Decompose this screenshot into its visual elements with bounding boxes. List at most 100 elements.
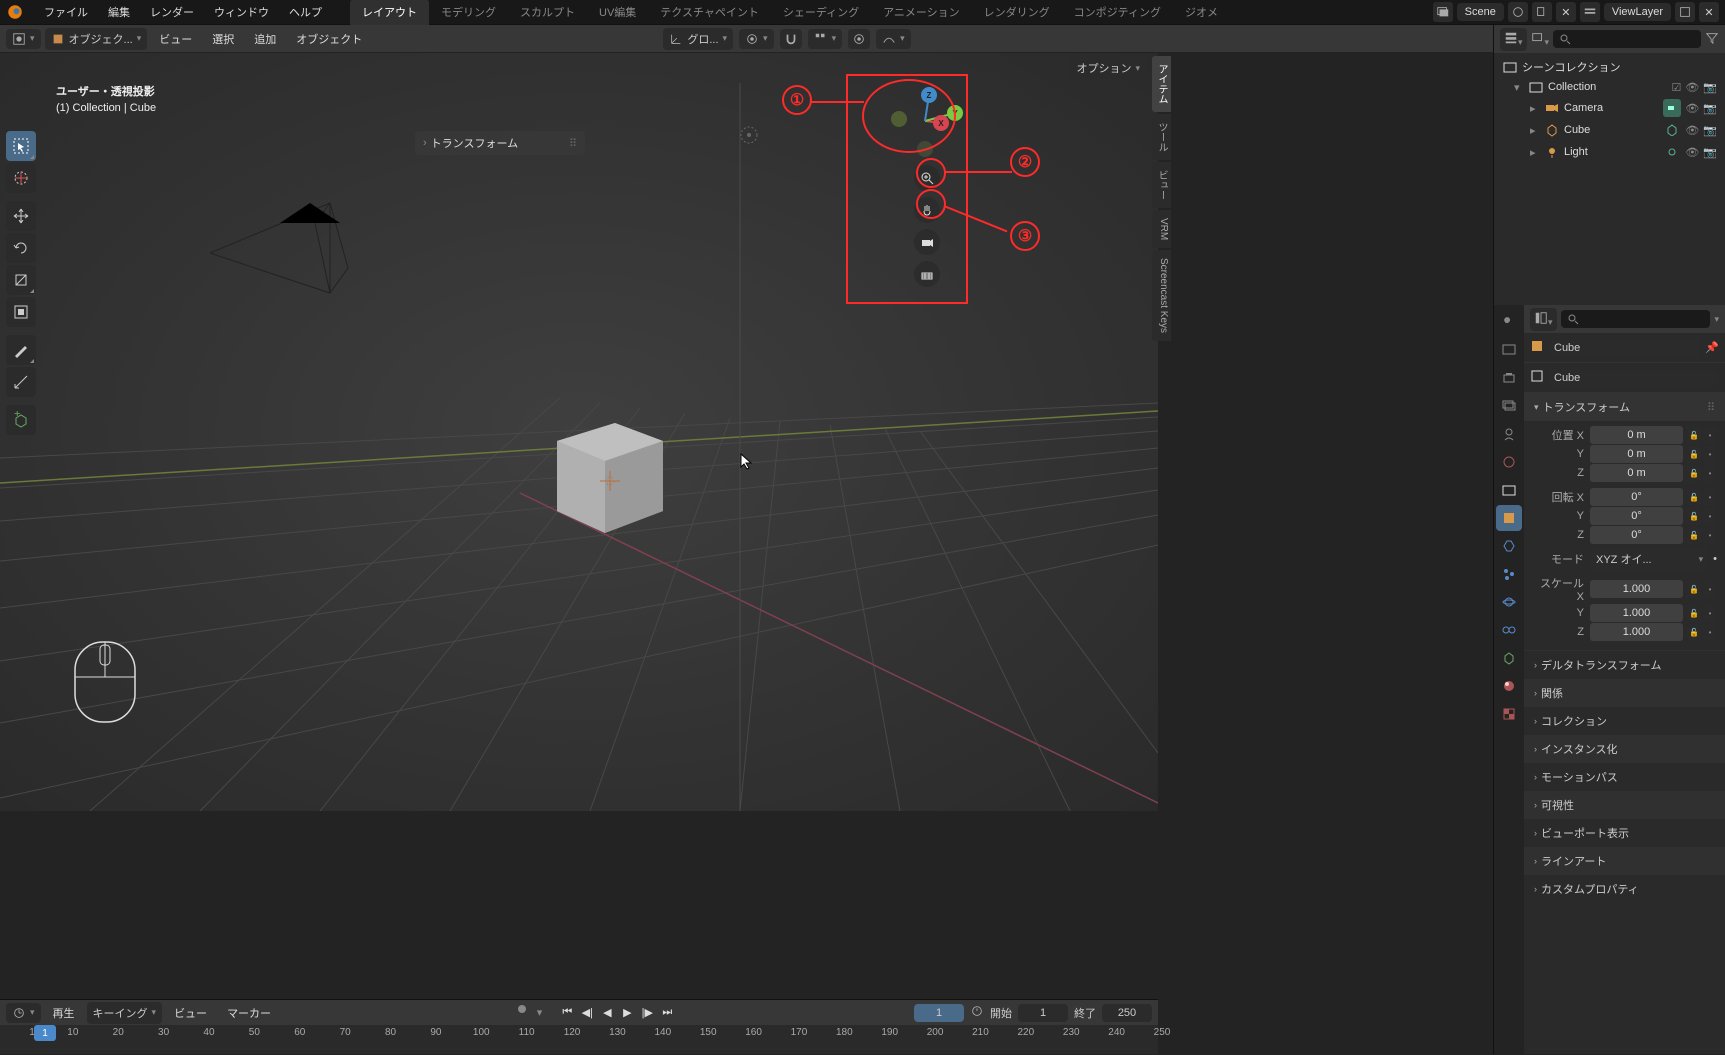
timeline-menu-marker[interactable]: マーカー (219, 1002, 279, 1024)
anim-dot-icon[interactable]: • (1703, 527, 1717, 544)
autokey-toggle[interactable] (517, 1004, 535, 1022)
timeline-menu-playback[interactable]: 再生 (45, 1002, 83, 1024)
anim-dot-icon[interactable]: • (1703, 489, 1717, 506)
scene-dropdown[interactable]: Scene (1457, 3, 1504, 21)
menu-file[interactable]: ファイル (34, 0, 98, 24)
tool-cursor[interactable] (6, 163, 36, 193)
viewport-options-dropdown[interactable]: オプション ▾ (1068, 57, 1148, 79)
ws-tab-texpaint[interactable]: テクスチャペイント (648, 0, 771, 25)
proportional-dropdown[interactable]: ▾ (876, 29, 911, 49)
ptab-texture[interactable] (1496, 701, 1522, 727)
side-tab-vrm[interactable]: VRM (1152, 210, 1171, 248)
ptab-object[interactable] (1496, 505, 1522, 531)
ptab-particles[interactable] (1496, 561, 1522, 587)
camera-object[interactable] (210, 193, 370, 313)
hmenu-add[interactable]: 追加 (246, 28, 284, 50)
loc-z-input[interactable]: 0 m (1590, 464, 1683, 482)
anim-dot-icon[interactable]: • (1713, 553, 1717, 565)
object-name-chip[interactable]: Cube (1548, 340, 1701, 356)
render-icon[interactable]: 📷 (1703, 146, 1717, 159)
ws-tab-uv[interactable]: UV編集 (587, 0, 648, 25)
panel-viewport-display[interactable]: ›ビューポート表示 (1524, 819, 1725, 847)
panel-transform-header[interactable]: ▾ トランスフォーム ⠿ (1524, 393, 1725, 421)
side-tab-tool[interactable]: ツール (1152, 114, 1171, 160)
pin-icon[interactable]: 📌 (1705, 341, 1719, 354)
chevron-right-icon[interactable]: ▸ (1530, 146, 1540, 159)
tool-select-box[interactable] (6, 131, 36, 161)
clock-icon[interactable] (970, 1004, 984, 1021)
menu-edit[interactable]: 編集 (98, 0, 140, 24)
loc-y-input[interactable]: 0 m (1590, 445, 1683, 463)
proportional-toggle[interactable] (848, 29, 870, 49)
hmenu-select[interactable]: 選択 (204, 28, 242, 50)
timeline-keying-dropdown[interactable]: キーイング ▾ (87, 1002, 163, 1024)
tool-transform[interactable] (6, 297, 36, 327)
chevron-right-icon[interactable]: ▸ (1530, 124, 1540, 137)
panel-custom-props[interactable]: ›カスタムプロパティ (1524, 875, 1725, 903)
panel-instancing[interactable]: ›インスタンス化 (1524, 735, 1725, 763)
lock-icon[interactable]: 🔓 (1687, 605, 1701, 622)
playhead[interactable]: 1 (34, 1025, 56, 1041)
lock-icon[interactable]: 🔓 (1687, 508, 1701, 525)
ptab-world[interactable] (1496, 449, 1522, 475)
rot-x-input[interactable]: 0° (1590, 488, 1683, 506)
tool-measure[interactable] (6, 367, 36, 397)
ws-tab-modeling[interactable]: モデリング (429, 0, 508, 25)
scale-x-input[interactable]: 1.000 (1590, 580, 1683, 598)
outliner-search[interactable] (1553, 30, 1701, 48)
anim-dot-icon[interactable]: • (1703, 446, 1717, 463)
eye-icon[interactable]: 👁 (1685, 102, 1699, 115)
props-options-icon[interactable]: ▾ (1714, 313, 1719, 325)
tool-annotate[interactable] (6, 335, 36, 365)
chevron-down-icon[interactable]: ▾ (1514, 81, 1524, 94)
data-name-chip[interactable]: Cube (1548, 370, 1719, 386)
render-icon[interactable]: 📷 (1703, 81, 1717, 94)
hmenu-view[interactable]: ビュー (151, 28, 200, 50)
panel-delta-transform[interactable]: ›デルタトランスフォーム (1524, 651, 1725, 679)
checkbox-icon[interactable]: ☑ (1671, 81, 1681, 94)
editor-type-dropdown[interactable]: ▾ (6, 29, 41, 49)
ptab-viewlayer[interactable] (1496, 393, 1522, 419)
scene-new-icon[interactable] (1508, 2, 1528, 22)
cube-object[interactable] (545, 411, 685, 561)
ws-tab-rendering[interactable]: レンダリング (972, 0, 1062, 25)
rot-y-input[interactable]: 0° (1590, 507, 1683, 525)
timeline-editor-dropdown[interactable]: ▾ (6, 1003, 41, 1023)
tree-row-light[interactable]: ▸ Light 👁 📷 (1498, 141, 1721, 163)
lock-icon[interactable]: 🔓 (1687, 427, 1701, 444)
rot-z-input[interactable]: 0° (1590, 526, 1683, 544)
light-object[interactable] (735, 121, 763, 149)
timeline-menu-view[interactable]: ビュー (166, 1002, 215, 1024)
anim-dot-icon[interactable]: • (1703, 605, 1717, 622)
scene-browse-icon[interactable] (1433, 2, 1453, 22)
scene-delete-icon[interactable]: ✕ (1556, 2, 1576, 22)
lock-icon[interactable]: 🔓 (1687, 624, 1701, 641)
ptab-render[interactable] (1496, 337, 1522, 363)
anim-dot-icon[interactable]: • (1703, 465, 1717, 482)
ws-tab-sculpt[interactable]: スカルプト (508, 0, 587, 25)
lock-icon[interactable]: 🔓 (1687, 446, 1701, 463)
jump-end-icon[interactable]: ⏭ (658, 1004, 676, 1022)
current-frame-input[interactable]: 1 (914, 1004, 964, 1022)
panel-collections[interactable]: ›コレクション (1524, 707, 1725, 735)
outliner-editor-dropdown[interactable]: ▾ (1500, 28, 1527, 51)
play-icon[interactable]: ▶ (618, 1004, 636, 1022)
scale-z-input[interactable]: 1.000 (1590, 623, 1683, 641)
rotation-mode-dropdown[interactable]: XYZ オイ...▾ (1590, 548, 1709, 570)
jump-start-icon[interactable]: ⏮ (558, 1004, 576, 1022)
panel-visibility[interactable]: ›可視性 (1524, 791, 1725, 819)
chevron-right-icon[interactable]: ▸ (1530, 102, 1540, 115)
outliner-display-mode[interactable]: ▾ (1531, 31, 1550, 48)
ptab-constraint[interactable] (1496, 617, 1522, 643)
ptab-physics[interactable] (1496, 589, 1522, 615)
ws-tab-layout[interactable]: レイアウト (350, 0, 429, 25)
ptab-data[interactable] (1496, 645, 1522, 671)
3d-viewport[interactable]: ユーザー・透視投影 (1) Collection | Cube + Z Y X (0, 53, 1158, 811)
ws-tab-animation[interactable]: アニメーション (871, 0, 972, 25)
keyframe-prev-icon[interactable]: ◀| (578, 1004, 596, 1022)
lock-icon[interactable]: 🔓 (1687, 465, 1701, 482)
tool-move[interactable] (6, 201, 36, 231)
timeline-ruler[interactable]: 1 11020304050607080901001101201301401501… (0, 1025, 1158, 1055)
frame-start-input[interactable]: 1 (1018, 1004, 1068, 1022)
props-search[interactable] (1561, 310, 1711, 328)
